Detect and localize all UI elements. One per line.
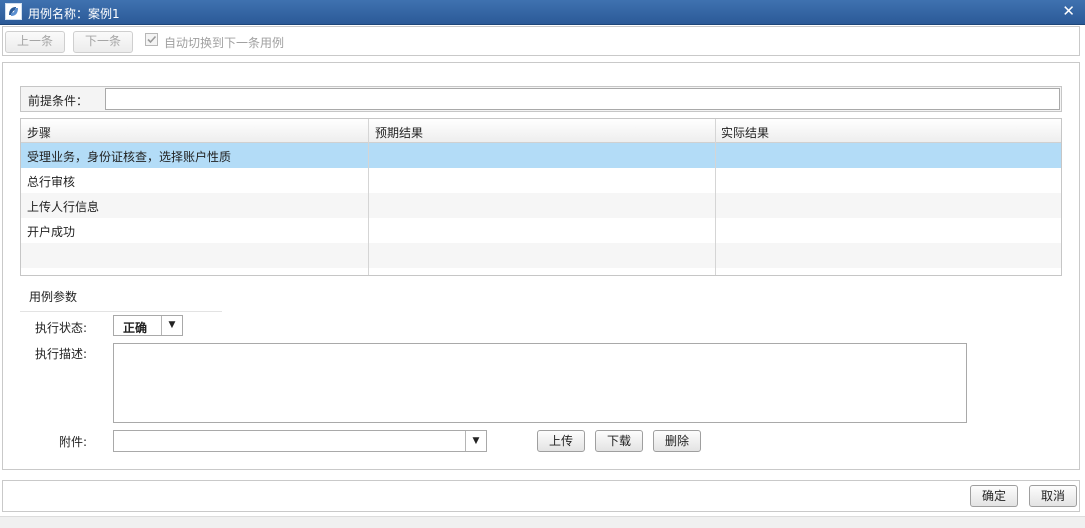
table-header: 步骤 预期结果 实际结果: [21, 119, 1061, 143]
attachment-label: 附件:: [59, 435, 88, 449]
params-section-title: 用例参数: [29, 290, 78, 304]
column-divider: [715, 119, 716, 275]
status-label: 执行状态:: [35, 321, 88, 335]
description-textarea[interactable]: [113, 343, 967, 423]
status-select[interactable]: 正确 ▼: [113, 315, 183, 336]
next-button[interactable]: 下一条: [73, 31, 133, 53]
download-button[interactable]: 下载: [595, 430, 643, 452]
ok-button[interactable]: 确定: [970, 485, 1018, 507]
prev-button[interactable]: 上一条: [5, 31, 65, 53]
bottom-strip: [0, 516, 1085, 528]
step-cell: 开户成功: [27, 225, 76, 239]
precondition-label: 前提条件：: [28, 94, 89, 108]
checkbox-icon: [147, 35, 157, 44]
main-panel: 前提条件： 步骤 预期结果 实际结果 受理业务，身份证核查，选择账户性质 总行审…: [2, 62, 1080, 470]
status-value: 正确: [123, 321, 148, 335]
steps-table: 步骤 预期结果 实际结果 受理业务，身份证核查，选择账户性质 总行审核 上传人行…: [20, 118, 1062, 276]
chevron-down-icon[interactable]: ▼: [161, 316, 182, 335]
section-divider: [20, 311, 222, 312]
auto-switch-checkbox[interactable]: [145, 33, 158, 46]
step-cell: 总行审核: [27, 175, 76, 189]
upload-button[interactable]: 上传: [537, 430, 585, 452]
precondition-row: 前提条件：: [20, 86, 1062, 112]
table-row-empty: [21, 243, 1061, 268]
table-row[interactable]: 开户成功: [21, 218, 1061, 243]
chevron-down-icon[interactable]: ▼: [465, 431, 486, 451]
step-cell: 上传人行信息: [27, 200, 100, 214]
footer-bar: 确定 取消: [2, 480, 1080, 512]
step-cell: 受理业务，身份证核查，选择账户性质: [27, 150, 232, 164]
auto-switch-label: 自动切换到下一条用例: [164, 36, 285, 50]
delete-button[interactable]: 删除: [653, 430, 701, 452]
attachment-select[interactable]: ▼: [113, 430, 487, 452]
table-row[interactable]: 上传人行信息: [21, 193, 1061, 218]
column-header-expected[interactable]: 预期结果: [375, 124, 423, 141]
description-label: 执行描述:: [35, 347, 88, 361]
column-header-actual[interactable]: 实际结果: [721, 124, 769, 141]
app-logo-icon: [5, 3, 22, 20]
table-row[interactable]: 总行审核: [21, 168, 1061, 193]
toolbar: 上一条 下一条 自动切换到下一条用例: [2, 26, 1080, 56]
column-divider: [368, 119, 369, 275]
precondition-input[interactable]: [105, 88, 1060, 110]
table-row[interactable]: 受理业务，身份证核查，选择账户性质: [21, 143, 1061, 168]
window-title: 用例名称：案例1: [28, 7, 120, 21]
cancel-button[interactable]: 取消: [1029, 485, 1077, 507]
column-header-step[interactable]: 步骤: [27, 124, 51, 141]
close-icon[interactable]: ✕: [1062, 2, 1075, 20]
title-bar: 用例名称：案例1 ✕: [0, 0, 1085, 25]
